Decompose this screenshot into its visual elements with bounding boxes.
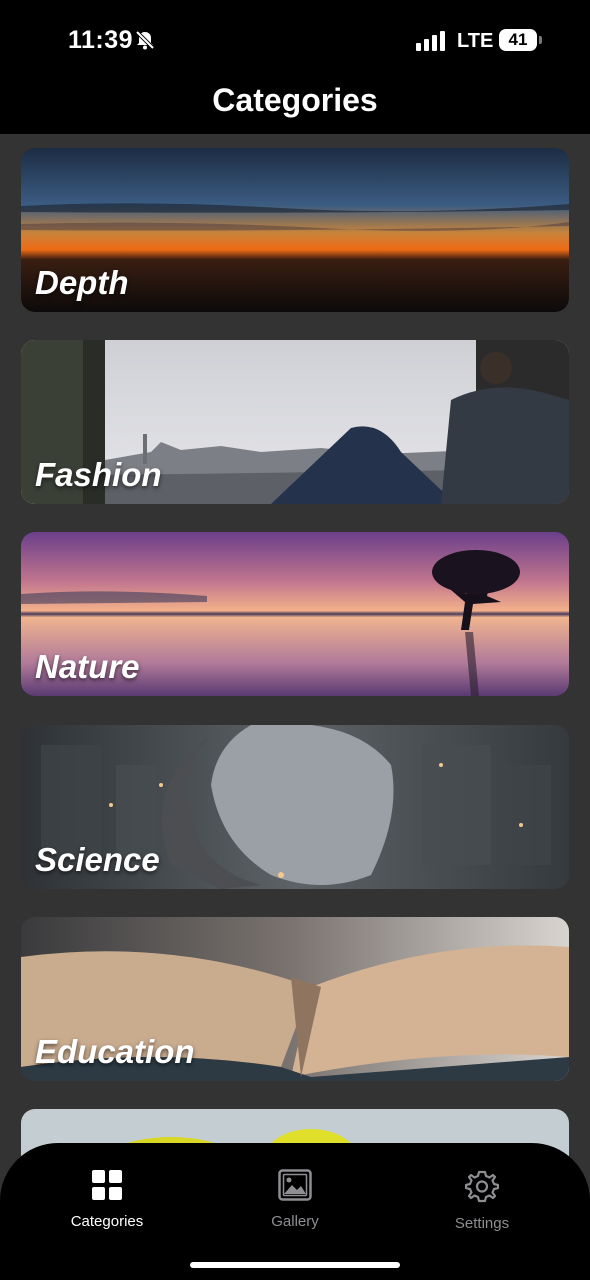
tab-categories[interactable]: Categories [27, 1169, 187, 1239]
home-indicator [190, 1262, 400, 1268]
category-label: Depth [35, 264, 129, 301]
tab-label: Categories [70, 1213, 144, 1230]
tab-settings[interactable]: Settings [402, 1169, 562, 1239]
gear-icon [465, 1170, 499, 1203]
category-card-depth[interactable]: Depth [21, 148, 569, 312]
page-title: Categories [212, 82, 378, 118]
battery-nub [539, 36, 542, 44]
navigation-header: Categories [0, 80, 590, 134]
category-card-fashion[interactable]: Fashion [21, 340, 569, 504]
tab-gallery[interactable]: Gallery [215, 1169, 375, 1239]
silent-bell-icon [135, 30, 155, 50]
tab-label: Gallery [271, 1213, 319, 1230]
tab-label: Settings [454, 1215, 510, 1232]
category-card-education[interactable]: Education [21, 917, 569, 1081]
tab-bar: Categories Gallery Settings [0, 1143, 590, 1280]
category-label: Science [35, 841, 160, 878]
signal-icon [416, 31, 445, 51]
status-bar: 11:39 LTE 41 [0, 0, 590, 80]
category-label: Fashion [35, 456, 162, 493]
image-icon [278, 1169, 312, 1201]
category-card-science[interactable]: Science [21, 725, 569, 889]
network-type: LTE [457, 30, 494, 52]
category-label: Education [35, 1033, 195, 1070]
category-label: Nature [35, 648, 140, 685]
grid-icon [92, 1170, 122, 1200]
status-time: 11:39 [68, 26, 134, 54]
battery-icon: 41 [499, 29, 537, 51]
category-card-nature[interactable]: Nature [21, 532, 569, 696]
